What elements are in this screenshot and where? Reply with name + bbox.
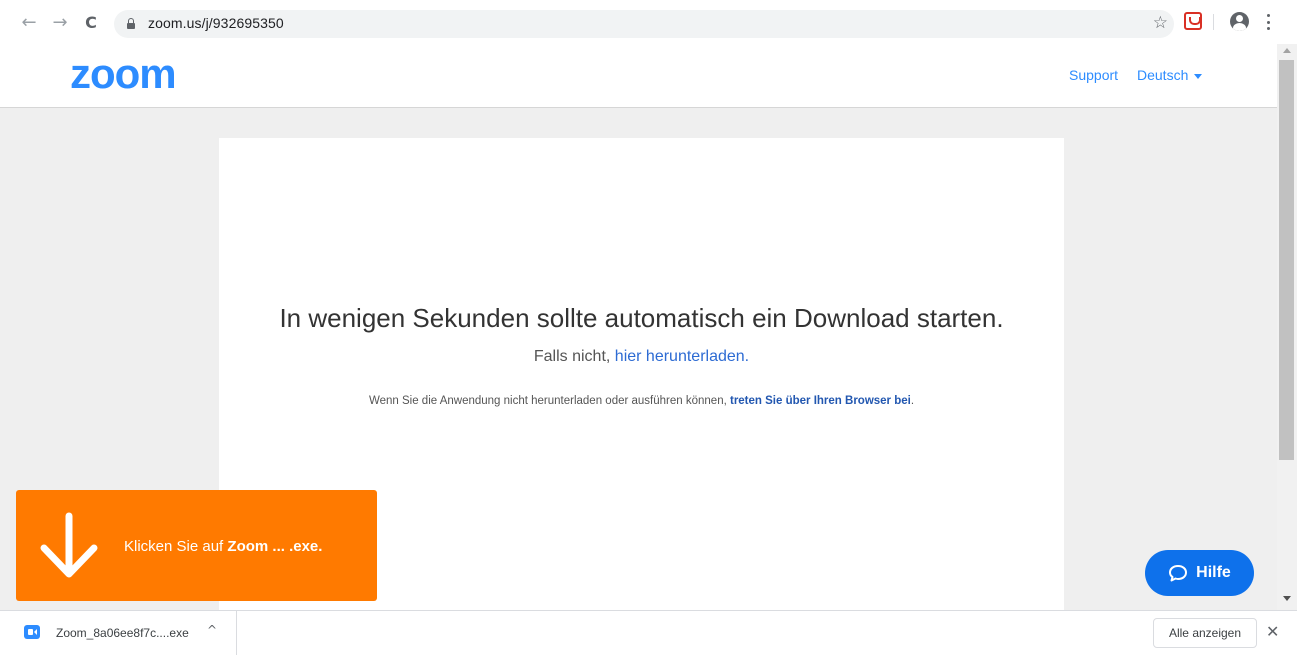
page-heading: In wenigen Sekunden sollte automatisch e… <box>279 303 1004 333</box>
browser-join-prefix: Wenn Sie die Anwendung nicht herunterlad… <box>368 395 727 407</box>
zoom-file-icon <box>24 625 40 639</box>
fallback-text: Falls nicht, hier herunterladen. <box>219 348 1064 366</box>
download-file-name[interactable]: Zoom_8a06ee8f7c....exe <box>56 626 189 640</box>
scroll-up-icon[interactable] <box>1283 48 1291 53</box>
language-label: Deutsch <box>1137 67 1189 83</box>
chevron-up-icon[interactable]: ^ <box>207 623 217 637</box>
bookmark-star-icon[interactable]: ☆ <box>1153 13 1168 33</box>
reload-icon[interactable]: C <box>82 14 100 32</box>
site-header: zoom Support Deutsch <box>0 44 1277 108</box>
profile-icon[interactable] <box>1230 12 1249 31</box>
menu-kebab-icon[interactable] <box>1266 14 1270 30</box>
help-button[interactable]: Hilfe <box>1145 550 1254 596</box>
scroll-thumb[interactable] <box>1279 60 1294 460</box>
zoom-logo[interactable]: zoom <box>70 50 177 98</box>
close-icon[interactable]: ✕ <box>1266 622 1279 641</box>
toolbar-divider <box>1213 14 1214 30</box>
url-text[interactable]: zoom.us/j/932695350 <box>148 15 284 31</box>
language-dropdown[interactable]: Deutsch <box>1137 67 1203 83</box>
chat-bubble-icon <box>1169 565 1188 582</box>
join-from-browser-link[interactable]: treten Sie über Ihren Browser bei <box>730 395 911 407</box>
download-shelf: Zoom_8a06ee8f7c....exe ^ Alle anzeigen ✕ <box>0 610 1297 655</box>
page-scrollbar[interactable] <box>1277 44 1297 610</box>
browser-join-text: Wenn Sie die Anwendung nicht herunterlad… <box>219 395 1064 407</box>
browser-join-suffix: . <box>910 395 915 407</box>
extension-icon[interactable] <box>1184 12 1202 30</box>
help-label: Hilfe <box>1196 564 1231 581</box>
show-all-button[interactable]: Alle anzeigen <box>1153 618 1257 648</box>
forward-icon[interactable]: → <box>51 14 69 32</box>
download-here-link[interactable]: hier herunterladen <box>615 348 745 365</box>
download-instruction-banner: Klicken Sie auf Zoom ... .exe. <box>16 490 377 601</box>
arrow-down-icon <box>40 512 98 578</box>
download-item[interactable]: Zoom_8a06ee8f7c....exe ^ <box>0 611 237 655</box>
banner-text-filename: Zoom ... .exe. <box>227 538 323 555</box>
banner-text-prefix: Klicken Sie auf <box>124 538 224 555</box>
support-link[interactable]: Support <box>1069 67 1118 83</box>
address-bar[interactable]: zoom.us/j/932695350 ☆ <box>114 10 1174 38</box>
scroll-down-icon[interactable] <box>1283 596 1291 601</box>
back-icon[interactable]: ← <box>20 14 38 32</box>
browser-toolbar: ← → C zoom.us/j/932695350 ☆ <box>0 0 1297 44</box>
banner-text: Klicken Sie auf Zoom ... .exe. <box>124 538 322 555</box>
lock-icon <box>127 18 135 29</box>
caret-down-icon <box>1194 73 1203 79</box>
fallback-suffix: . <box>744 348 750 365</box>
fallback-prefix: Falls nicht, <box>533 348 611 365</box>
